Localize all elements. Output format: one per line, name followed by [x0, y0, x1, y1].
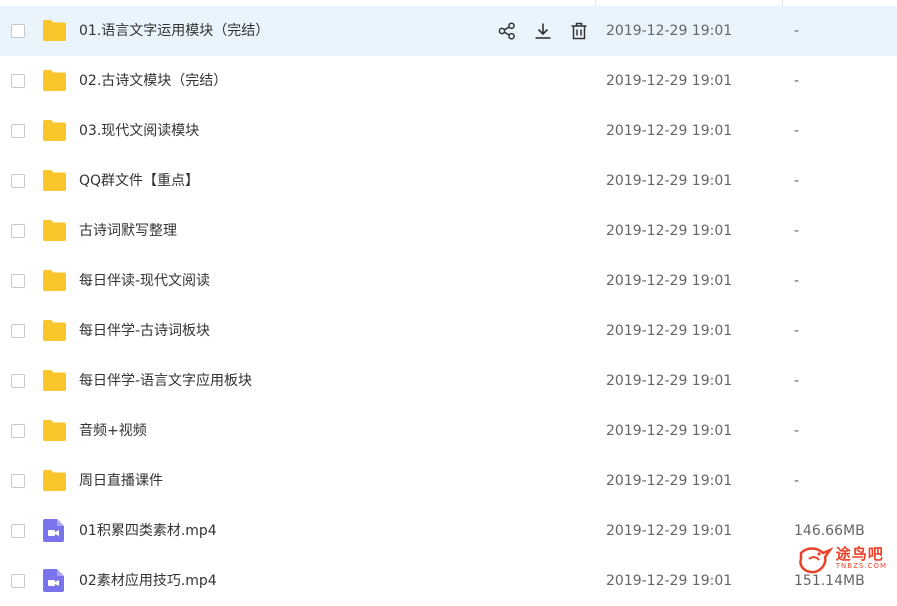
folder-icon — [42, 369, 67, 392]
trash-icon[interactable] — [568, 20, 590, 42]
file-date: 2019-12-29 19:01 — [606, 223, 733, 239]
row-checkbox[interactable] — [11, 374, 25, 388]
file-name[interactable]: 01.语言文字运用模块（完结） — [79, 21, 269, 41]
file-size: 146.66MB — [794, 523, 865, 539]
folder-icon — [42, 169, 67, 192]
file-date: 2019-12-29 19:01 — [606, 123, 733, 139]
file-date: 2019-12-29 19:01 — [606, 523, 733, 539]
file-row[interactable]: QQ群文件【重点】 2019-12-29 19:01 - — [0, 156, 897, 206]
file-name[interactable]: 03.现代文阅读模块 — [79, 121, 199, 141]
file-size: - — [794, 123, 800, 139]
watermark-title: 途鸟吧 — [835, 545, 884, 563]
file-date: 2019-12-29 19:01 — [606, 273, 733, 289]
row-checkbox[interactable] — [11, 574, 25, 588]
file-row[interactable]: 02.古诗文模块（完结） 2019-12-29 19:01 - — [0, 56, 897, 106]
share-icon[interactable] — [496, 20, 518, 42]
row-checkbox[interactable] — [11, 224, 25, 238]
folder-icon — [42, 69, 67, 92]
bird-logo-icon — [799, 547, 833, 574]
file-name[interactable]: 音频+视频 — [79, 421, 147, 441]
row-checkbox[interactable] — [11, 524, 25, 538]
row-checkbox[interactable] — [11, 124, 25, 138]
row-checkbox[interactable] — [11, 74, 25, 88]
file-name[interactable]: QQ群文件【重点】 — [79, 171, 199, 191]
row-checkbox[interactable] — [11, 24, 25, 38]
file-name[interactable]: 每日伴学-古诗词板块 — [79, 321, 210, 341]
file-list: 01.语言文字运用模块（完结） 2019-12-29 19:01-02.古诗文模块… — [0, 6, 897, 606]
file-name[interactable]: 每日伴学-语言文字应用板块 — [79, 371, 252, 391]
file-date: 2019-12-29 19:01 — [606, 323, 733, 339]
file-size: - — [794, 223, 800, 239]
file-name[interactable]: 周日直播课件 — [79, 471, 163, 491]
row-checkbox[interactable] — [11, 424, 25, 438]
row-actions — [496, 20, 590, 42]
file-date: 2019-12-29 19:01 — [606, 73, 733, 89]
file-row[interactable]: 03.现代文阅读模块 2019-12-29 19:01 - — [0, 106, 897, 156]
folder-icon — [42, 219, 67, 242]
file-size: - — [794, 73, 800, 89]
file-row[interactable]: 每日伴学-古诗词板块 2019-12-29 19:01 - — [0, 306, 897, 356]
file-date: 2019-12-29 19:01 — [606, 173, 733, 189]
row-checkbox[interactable] — [11, 324, 25, 338]
file-name[interactable]: 02.古诗文模块（完结） — [79, 71, 227, 91]
file-name[interactable]: 01积累四类素材.mp4 — [79, 521, 217, 541]
file-name[interactable]: 02素材应用技巧.mp4 — [79, 571, 217, 591]
file-row[interactable]: 02素材应用技巧.mp4 2019-12-29 19:01 151.14MB — [0, 556, 897, 606]
watermark-site: TNBZS.COM — [835, 562, 887, 570]
file-size: - — [794, 23, 800, 39]
folder-icon — [42, 469, 67, 492]
file-size: - — [794, 423, 800, 439]
file-name[interactable]: 古诗词默写整理 — [79, 221, 177, 241]
file-size: - — [794, 323, 800, 339]
file-row[interactable]: 音频+视频 2019-12-29 19:01 - — [0, 406, 897, 456]
row-checkbox[interactable] — [11, 174, 25, 188]
file-row[interactable]: 每日伴读-现代文阅读 2019-12-29 19:01 - — [0, 256, 897, 306]
download-icon[interactable] — [532, 20, 554, 42]
watermark: 途鸟吧 TNBZS.COM — [797, 545, 887, 575]
row-checkbox[interactable] — [11, 274, 25, 288]
file-date: 2019-12-29 19:01 — [606, 373, 733, 389]
video-file-icon — [42, 519, 67, 542]
folder-icon — [42, 419, 67, 442]
file-size: - — [794, 273, 800, 289]
file-size: - — [794, 173, 800, 189]
file-row[interactable]: 古诗词默写整理 2019-12-29 19:01 - — [0, 206, 897, 256]
file-size: - — [794, 473, 800, 489]
file-row[interactable]: 周日直播课件 2019-12-29 19:01 - — [0, 456, 897, 506]
folder-icon — [42, 19, 67, 42]
file-row[interactable]: 01.语言文字运用模块（完结） 2019-12-29 19:01 - — [0, 6, 897, 56]
file-date: 2019-12-29 19:01 — [606, 573, 733, 589]
file-name[interactable]: 每日伴读-现代文阅读 — [79, 271, 210, 291]
file-date: 2019-12-29 19:01 — [606, 473, 733, 489]
row-checkbox[interactable] — [11, 474, 25, 488]
file-date: 2019-12-29 19:01 — [606, 423, 733, 439]
file-row[interactable]: 每日伴学-语言文字应用板块 2019-12-29 19:01 - — [0, 356, 897, 406]
file-row[interactable]: 01积累四类素材.mp4 2019-12-29 19:01 146.66MB — [0, 506, 897, 556]
folder-icon — [42, 119, 67, 142]
file-size: - — [794, 373, 800, 389]
folder-icon — [42, 269, 67, 292]
file-date: 2019-12-29 19:01 — [606, 23, 733, 39]
folder-icon — [42, 319, 67, 342]
